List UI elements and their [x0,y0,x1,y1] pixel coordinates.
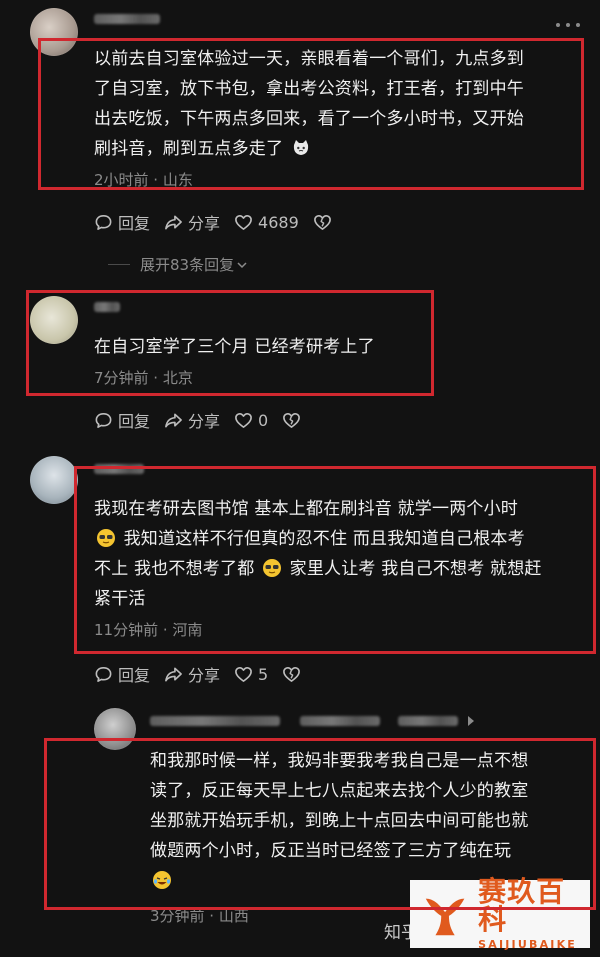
like-button[interactable]: 5 [234,665,268,684]
share-button[interactable]: 分享 [164,662,220,686]
share-label: 分享 [188,666,221,685]
comment-text: 在自习室学了三个月 已经考研考上了 [94,332,424,362]
comment-meta: 3分钟前 · 山西 [150,907,249,925]
comment-line: 读了，反正每天早上七八点起来去找个人少的教室 [150,781,529,801]
like-count: 4689 [258,212,299,232]
comment-line: 出去吃饭，下午两点多回来，看了一个多小时书，又开始 [94,109,524,129]
comment-line: 我知道这样不行但真的忍不住 而且我知道自己根本考 [94,524,584,554]
reply-button[interactable]: 回复 [94,662,150,686]
watermark-text: 赛玖百科 SAIJIUBAIKE [478,875,590,951]
comment-meta: 2小时前 · 山东 [94,171,193,189]
comment-meta: 11分钟前 · 河南 [94,621,203,639]
username-blurred[interactable] [94,14,160,24]
reply-arrow-icon [468,716,474,726]
comment-line: 我现在考研去图书馆 基本上都在刷抖音 就学一两个小时 [94,499,519,519]
comment-line: 刷抖音，刷到五点多走了 [94,134,574,164]
laughing-tears-emoji-icon [153,871,171,889]
comment-actions: 回复 分享 4689 [94,210,332,234]
expand-replies-button[interactable]: 展开83条回复 [108,254,248,275]
like-count: 5 [258,664,269,684]
expand-divider-line [108,264,130,265]
username-blurred[interactable] [94,302,120,312]
share-label: 分享 [188,412,221,431]
comment-text: 以前去自习室体验过一天，亲眼看着一个哥们，九点多到 了自习室，放下书包，拿出考公… [94,44,574,164]
comment-text: 和我那时候一样，我妈非要我考我自己是一点不想 读了，反正每天早上七八点起来去找个… [150,746,570,896]
comment-line: 做题两个小时，反正当时已经签了三方了纯在玩 [150,841,512,861]
comment-meta: 7分钟前 · 北京 [94,369,193,387]
reply-bubble-icon [95,666,112,682]
reply-label: 回复 [118,214,151,233]
comment-line: 以前去自习室体验过一天，亲眼看着一个哥们，九点多到 [94,49,524,69]
broken-heart-icon [283,412,301,428]
heart-icon [235,214,252,230]
broken-heart-icon [283,666,301,682]
share-button[interactable]: 分享 [164,408,220,432]
more-options-icon[interactable] [556,18,580,32]
like-button[interactable]: 0 [234,411,268,430]
comment-actions: 回复 分享 0 [94,408,301,432]
share-arrow-icon [165,667,182,681]
comment-line: 了自习室，放下书包，拿出考公资料，打王者，打到中午 [94,79,524,99]
share-arrow-icon [165,215,182,229]
share-arrow-icon [165,413,182,427]
whale-tail-logo-icon [425,898,465,936]
reply-button[interactable]: 回复 [94,408,150,432]
username-blurred[interactable] [150,716,280,726]
reply-target-blurred[interactable] [300,716,380,726]
reply-label: 回复 [118,666,151,685]
share-button[interactable]: 分享 [164,210,220,234]
comment-line: 坐那就开始玩手机，到晚上十点回去中间可能也就 [150,811,529,831]
dislike-button[interactable] [282,411,301,430]
dislike-button[interactable] [313,213,332,232]
avatar[interactable] [30,456,78,504]
chevron-down-icon [237,261,247,268]
comment-actions: 回复 分享 5 [94,662,301,686]
sunglasses-emoji-icon [263,559,282,577]
comment-line: 在自习室学了三个月 已经考研考上了 [94,337,375,357]
comment-line: 不上 我也不想考了都 家里人让考 我自己不想考 就想赶 [94,559,542,579]
like-count: 0 [258,410,269,430]
cat-emoji-icon [293,140,308,155]
heart-icon [235,666,252,682]
sunglasses-emoji-icon [97,529,115,547]
comment-line: 紧干活 [94,589,146,609]
heart-icon [235,412,252,428]
reply-button[interactable]: 回复 [94,210,150,234]
reply-target-blurred[interactable] [398,716,458,726]
comment-line: 和我那时候一样，我妈非要我考我自己是一点不想 [150,751,529,771]
reply-bubble-icon [95,214,112,230]
reply-bubble-icon [95,412,112,428]
watermark-logo: 赛玖百科 SAIJIUBAIKE [410,875,590,951]
avatar[interactable] [94,708,136,750]
watermark-en: SAIJIUBAIKE [478,938,578,951]
watermark-cn: 赛玖百科 [478,875,566,936]
avatar[interactable] [30,8,78,56]
share-label: 分享 [188,214,221,233]
expand-replies-label: 展开83条回复 [140,256,235,274]
reply-label: 回复 [118,412,151,431]
comment-text: 我现在考研去图书馆 基本上都在刷抖音 就学一两个小时 我知道这样不行但真的忍不住… [94,494,584,614]
dislike-button[interactable] [282,665,301,684]
avatar[interactable] [30,296,78,344]
username-blurred[interactable] [94,464,144,474]
like-button[interactable]: 4689 [234,213,299,232]
broken-heart-icon [313,214,331,230]
